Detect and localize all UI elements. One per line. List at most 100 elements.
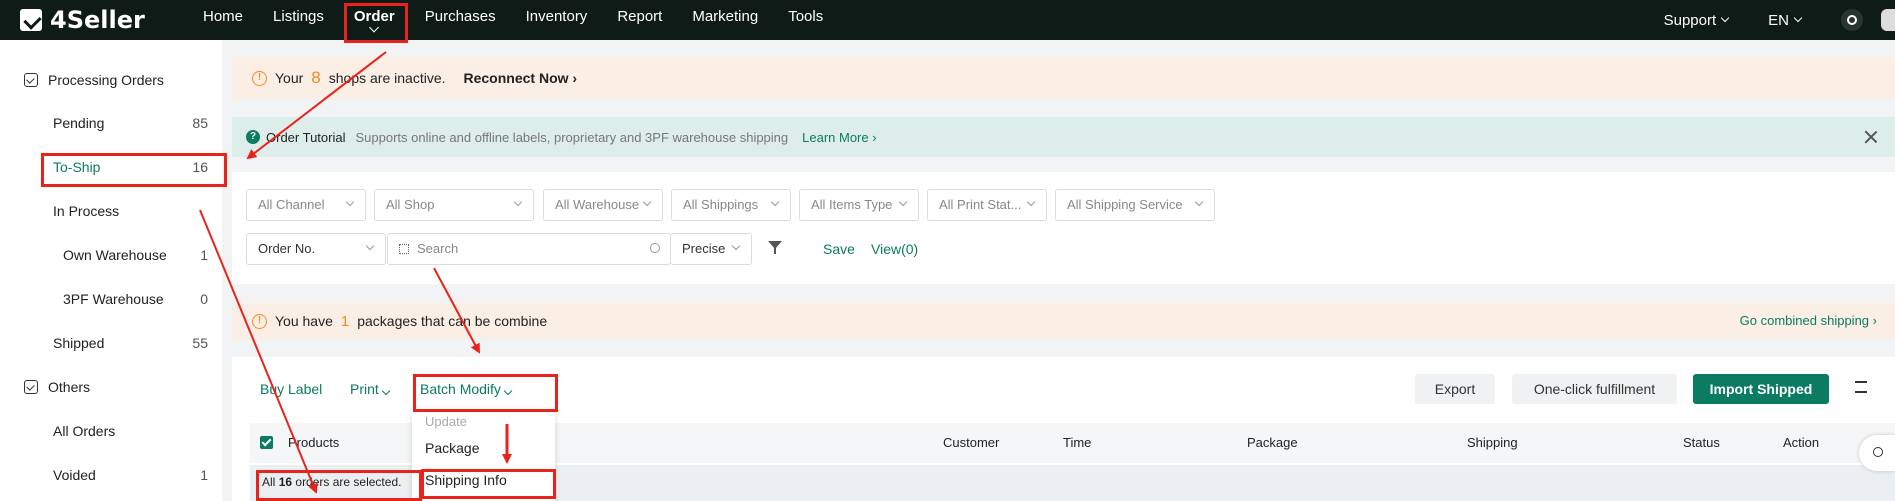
learn-more-link[interactable]: Learn More › — [802, 130, 876, 145]
language-menu[interactable]: EN — [1768, 12, 1803, 29]
search-input[interactable]: Search — [387, 233, 671, 265]
chevron-down-icon — [365, 241, 375, 251]
annotation-box-to-ship — [41, 153, 227, 187]
scan-icon — [399, 244, 409, 254]
one-click-fulfillment-button[interactable]: One-click fulfillment — [1512, 374, 1677, 404]
sidebar-item-count: 55 — [192, 335, 208, 351]
print-status-select[interactable]: All Print Stat... — [927, 189, 1047, 221]
chevron-down-icon — [1026, 197, 1036, 207]
main-nav: Home Listings Order Purchases Inventory … — [188, 0, 838, 40]
chevron-right-icon: › — [872, 129, 877, 145]
shippings-select[interactable]: All Shippings — [671, 189, 791, 221]
inactive-count: 8 — [311, 68, 321, 87]
channel-select[interactable]: All Channel — [246, 189, 366, 221]
warehouse-select[interactable]: All Warehouse — [543, 189, 663, 221]
shop-select[interactable]: All Shop — [374, 189, 534, 221]
nav-report[interactable]: Report — [602, 0, 677, 40]
annotation-box-selection — [256, 470, 422, 501]
select-value: Order No. — [258, 241, 316, 256]
view-link[interactable]: View(0) — [871, 241, 918, 257]
sidebar-item-count: 1 — [200, 247, 208, 263]
select-all-checkbox[interactable] — [260, 436, 273, 449]
chevron-right-icon: › — [1872, 313, 1877, 328]
tutorial-title: Order Tutorial — [266, 129, 346, 145]
nav-inventory[interactable]: Inventory — [511, 0, 603, 40]
nav-tools[interactable]: Tools — [773, 0, 838, 40]
sidebar-item-shipped[interactable]: Shipped 55 — [53, 335, 208, 351]
sidebar-item-label: In Process — [53, 203, 120, 219]
export-button[interactable]: Export — [1415, 374, 1495, 404]
column-settings-icon[interactable] — [1855, 381, 1867, 393]
col-package: Package — [1247, 435, 1298, 450]
warning-icon: ! — [252, 70, 267, 86]
col-customer: Customer — [943, 435, 1000, 450]
select-value: All Print Stat... — [939, 197, 1022, 212]
processing-orders-group[interactable]: Processing Orders — [24, 72, 164, 88]
inactive-suffix: shops are inactive. — [328, 70, 446, 86]
search-icon[interactable] — [650, 243, 660, 253]
nav-marketing[interactable]: Marketing — [677, 0, 773, 40]
user-avatar[interactable] — [1881, 9, 1895, 31]
filter-panel: All Channel All Shop All Warehouse All S… — [232, 172, 1895, 284]
sidebar-item-label: 3PF Warehouse — [63, 291, 164, 307]
combine-suffix: packages that can be combine — [357, 313, 548, 329]
sidebar-item-pending[interactable]: Pending 85 — [53, 115, 208, 131]
sidebar-item-own-warehouse[interactable]: Own Warehouse 1 — [63, 247, 208, 263]
col-time: Time — [1063, 435, 1092, 450]
sidebar-item-count: 0 — [200, 291, 208, 307]
nav-home[interactable]: Home — [188, 0, 258, 40]
sidebar-item-voided[interactable]: Voided 1 — [53, 467, 208, 483]
inactive-shops-banner: ! Your 8 shops are inactive. Reconnect N… — [232, 57, 1895, 99]
items-type-select[interactable]: All Items Type — [799, 189, 919, 221]
col-products: Products — [288, 435, 340, 450]
sidebar-item-label: Voided — [53, 467, 96, 483]
select-value: Precise — [682, 241, 726, 256]
chevron-down-icon — [513, 197, 523, 207]
save-view-link[interactable]: Save — [823, 241, 855, 257]
annotation-box-batch-modify — [413, 374, 558, 412]
help-icon: ? — [246, 130, 260, 144]
sidebar-item-label: Own Warehouse — [63, 247, 167, 263]
reconnect-label: Reconnect Now — [463, 70, 569, 86]
learn-more-label: Learn More — [802, 129, 869, 145]
inactive-prefix: Your — [275, 70, 304, 86]
top-navigation-bar: 4Seller Home Listings Order Purchases In… — [0, 0, 1895, 40]
select-value: All Shipping Service — [1067, 197, 1183, 212]
search-placeholder: Search — [417, 241, 459, 256]
sidebar-item-3pf-warehouse[interactable]: 3PF Warehouse 0 — [63, 291, 208, 307]
annotation-box-order — [344, 3, 408, 43]
nav-listings[interactable]: Listings — [258, 0, 339, 40]
import-shipped-button[interactable]: Import Shipped — [1693, 374, 1829, 404]
chevron-right-icon: › — [572, 70, 578, 86]
menu-item-package[interactable]: Package — [425, 440, 479, 456]
match-mode-select[interactable]: Precise — [670, 233, 752, 265]
search-assistant-icon[interactable] — [1859, 435, 1895, 471]
sidebar-item-label: Shipped — [53, 335, 105, 351]
reconnect-now-link[interactable]: Reconnect Now › — [464, 70, 578, 86]
buy-label-button[interactable]: Buy Label — [260, 381, 322, 397]
annotation-box-shipping-info — [421, 469, 556, 499]
go-combined-shipping-link[interactable]: Go combined shipping › — [1740, 313, 1877, 328]
clipboard-icon — [24, 380, 38, 394]
select-value: All Items Type — [811, 197, 893, 212]
chevron-down-icon — [1720, 13, 1730, 23]
sidebar-item-in-process[interactable]: In Process — [53, 203, 208, 219]
close-icon[interactable] — [1863, 129, 1879, 145]
select-value: All Warehouse — [555, 197, 640, 212]
combine-packages-banner: ! You have 1 packages that can be combin… — [232, 303, 1895, 339]
search-field-select[interactable]: Order No. — [246, 233, 386, 265]
print-menu[interactable]: Print — [350, 381, 390, 397]
settings-gear-icon[interactable] — [1841, 9, 1863, 31]
filter-icon[interactable] — [768, 240, 782, 254]
shipping-service-select[interactable]: All Shipping Service — [1055, 189, 1215, 221]
nav-purchases[interactable]: Purchases — [410, 0, 511, 40]
combine-prefix: You have — [275, 313, 333, 329]
app-logo[interactable]: 4Seller — [20, 5, 145, 35]
sidebar-item-all-orders[interactable]: All Orders — [53, 423, 208, 439]
chevron-down-icon — [731, 241, 741, 251]
order-sidebar: Processing Orders Pending 85 To-Ship 16 In… — [0, 40, 222, 501]
support-menu[interactable]: Support — [1664, 12, 1730, 29]
others-group[interactable]: Others — [24, 379, 90, 395]
select-value: All Shippings — [683, 197, 759, 212]
col-action: Action — [1783, 435, 1820, 450]
